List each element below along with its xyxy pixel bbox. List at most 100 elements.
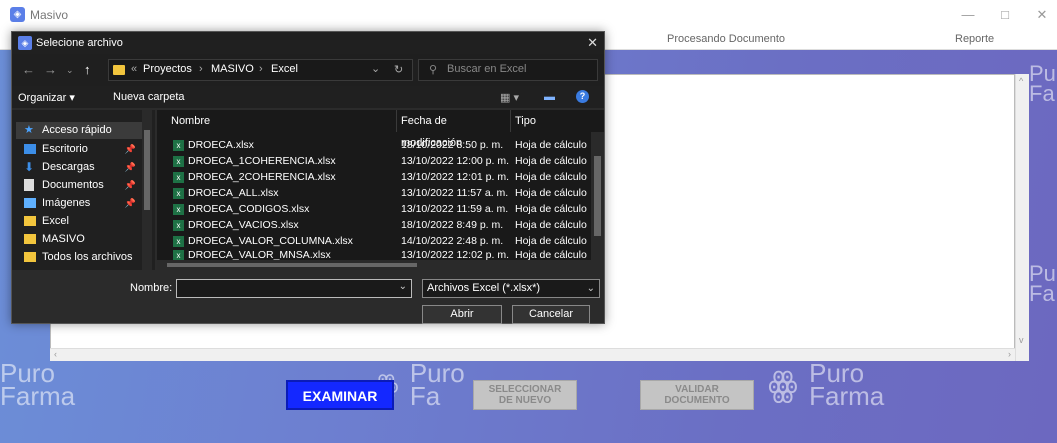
nav-item-acceso-rapido[interactable]: ★ Acceso rápido xyxy=(16,122,142,139)
app-icon: ◈ xyxy=(18,36,32,50)
breadcrumb-excel[interactable]: Excel xyxy=(271,63,298,75)
view-options-icon[interactable]: ▦ ▾ xyxy=(500,91,519,104)
file-name: DROECA_VALOR_COLUMNA.xlsx xyxy=(188,235,353,247)
file-row[interactable]: x DROECA.xlsx 18/10/2022 8:50 p. m. Hoja … xyxy=(157,137,589,153)
file-row[interactable]: x DROECA_VALOR_MNSA.xlsx 13/10/2022 12:02… xyxy=(157,249,589,260)
file-type: Hoja de cálculo xyxy=(515,249,587,260)
minimize-button[interactable]: — xyxy=(957,5,979,25)
search-input[interactable]: ⚲ Buscar en Excel xyxy=(418,59,598,81)
tab-procesando-documento[interactable]: Procesando Documento xyxy=(667,33,785,45)
nav-item-escritorio[interactable]: Escritorio 📌 xyxy=(16,141,142,158)
file-row[interactable]: x DROECA_1COHERENCIA.xlsx 13/10/2022 12:0… xyxy=(157,153,589,169)
navigation-pane: ★ Acceso rápido Escritorio 📌 ⬇ Descargas 📌… xyxy=(12,110,155,270)
file-row[interactable]: x DROECA_ALL.xlsx 13/10/2022 11:57 a. m. … xyxy=(157,185,589,201)
seleccionar-de-nuevo-button[interactable]: SELECCIONAR DE NUEVO xyxy=(473,380,577,410)
up-arrow-icon[interactable]: ↑ xyxy=(84,62,91,77)
excel-file-icon: x xyxy=(173,139,184,151)
nav-item-imagenes[interactable]: Imágenes 📌 xyxy=(16,195,142,212)
file-list-vertical-scrollbar[interactable] xyxy=(591,132,604,260)
excel-file-icon: x xyxy=(173,249,184,260)
main-titlebar: ◈ Masivo — □ ✕ xyxy=(0,0,1057,30)
file-row[interactable]: x DROECA_VACIOS.xlsx 18/10/2022 8:49 p. m… xyxy=(157,217,589,233)
chevron-down-icon[interactable]: ⌄ xyxy=(399,281,407,292)
nav-item-excel[interactable]: Excel xyxy=(16,213,142,230)
file-date: 18/10/2022 8:50 p. m. xyxy=(401,139,504,151)
nav-item-masivo[interactable]: MASIVO xyxy=(16,231,142,248)
path-overflow[interactable]: « xyxy=(131,63,137,75)
file-name: DROECA_VALOR_MNSA.xlsx xyxy=(188,249,331,260)
file-type: Hoja de cálculo xyxy=(515,219,587,231)
file-list-horizontal-scrollbar[interactable] xyxy=(157,260,604,270)
new-folder-button[interactable]: Nueva carpeta xyxy=(113,91,185,103)
file-row[interactable]: x DROECA_CODIGOS.xlsx 13/10/2022 11:59 a.… xyxy=(157,201,589,217)
scroll-right-icon[interactable]: › xyxy=(1008,349,1011,359)
file-row[interactable]: x DROECA_VALOR_COLUMNA.xlsx 14/10/2022 2:… xyxy=(157,233,589,249)
column-header-fecha[interactable]: Fecha de modificación xyxy=(397,110,511,149)
examinar-button[interactable]: EXAMINAR xyxy=(286,380,394,410)
path-dropdown-icon[interactable]: ⌄ xyxy=(371,62,380,75)
maximize-button[interactable]: □ xyxy=(994,5,1016,25)
recent-locations-icon[interactable]: ⌄ xyxy=(66,65,74,76)
back-arrow-icon[interactable]: ← xyxy=(22,62,35,77)
nav-scrollbar-thumb[interactable] xyxy=(144,130,150,210)
scroll-down-icon[interactable]: v xyxy=(1019,335,1024,345)
scroll-up-icon[interactable]: ^ xyxy=(1019,76,1023,86)
star-icon: ★ xyxy=(24,124,34,136)
nav-item-documentos[interactable]: Documentos 📌 xyxy=(16,177,142,194)
file-name: DROECA_VACIOS.xlsx xyxy=(188,219,299,231)
dialog-close-button[interactable]: ✕ xyxy=(587,35,598,51)
validar-documento-button[interactable]: VALIDAR DOCUMENTO xyxy=(640,380,754,410)
folder-icon xyxy=(24,252,36,262)
filename-input[interactable]: ⌄ xyxy=(176,279,412,298)
file-type: Hoja de cálculo xyxy=(515,139,587,151)
breadcrumb-proyectos[interactable]: Proyectos xyxy=(143,63,192,75)
breadcrumb-masivo[interactable]: MASIVO xyxy=(211,63,254,75)
filename-row: Nombre: ⌄ Archivos Excel (*.xlsx*) ⌄ Abr… xyxy=(12,277,604,324)
nav-scrollbar[interactable] xyxy=(142,110,152,270)
breadcrumb-separator: › xyxy=(259,63,263,75)
dialog-title: Selecione archivo xyxy=(36,37,123,49)
organize-menu[interactable]: Organizar ▾ xyxy=(18,91,75,104)
file-list-scrollbar-thumb[interactable] xyxy=(594,156,601,236)
preview-pane-icon[interactable]: ▬ xyxy=(544,91,555,103)
file-date: 13/10/2022 12:00 p. m. xyxy=(401,155,509,167)
purofarma-watermark-left: Puro Farma xyxy=(0,358,76,412)
help-icon[interactable]: ? xyxy=(576,90,589,103)
address-bar[interactable]: « Proyectos › MASIVO › Excel ⌄ ↻ xyxy=(108,59,413,81)
file-type: Hoja de cálculo xyxy=(515,187,587,199)
file-type: Hoja de cálculo xyxy=(515,171,587,183)
nav-item-descargas[interactable]: ⬇ Descargas 📌 xyxy=(16,159,142,176)
refresh-icon[interactable]: ↻ xyxy=(394,63,403,76)
breadcrumb-separator: › xyxy=(199,63,203,75)
file-list: Nombre Fecha de modificación Tipo x DROEC… xyxy=(157,110,604,270)
file-row[interactable]: x DROECA_2COHERENCIA.xlsx 13/10/2022 12:0… xyxy=(157,169,589,185)
file-dialog: ◈ Selecione archivo ✕ ← → ⌄ ↑ « Proyecto… xyxy=(11,31,605,324)
search-placeholder: Buscar en Excel xyxy=(447,63,527,75)
file-date: 13/10/2022 12:01 p. m. xyxy=(401,171,509,183)
chevron-down-icon[interactable]: ⌄ xyxy=(587,280,595,297)
file-type-filter[interactable]: Archivos Excel (*.xlsx*) ⌄ xyxy=(422,279,600,298)
file-name: DROECA.xlsx xyxy=(188,139,254,151)
horizontal-scrollbar[interactable]: ‹ › xyxy=(50,348,1015,361)
scroll-left-icon[interactable]: ‹ xyxy=(54,349,57,359)
close-window-button[interactable]: ✕ xyxy=(1031,5,1053,25)
pin-icon: 📌 xyxy=(124,144,136,154)
file-list-hscroll-thumb[interactable] xyxy=(167,263,417,267)
tab-reporte[interactable]: Reporte xyxy=(955,33,994,45)
pin-icon: 📌 xyxy=(124,180,136,190)
open-button[interactable]: Abrir xyxy=(422,305,502,324)
file-date: 14/10/2022 2:48 p. m. xyxy=(401,235,504,247)
folder-icon xyxy=(24,216,36,226)
nav-item-todos-los-archivos[interactable]: Todos los archivos xyxy=(16,249,142,266)
vertical-scrollbar[interactable]: ^ v xyxy=(1015,74,1029,361)
navigation-row: ← → ⌄ ↑ « Proyectos › MASIVO › Excel ⌄ ↻… xyxy=(12,54,604,86)
forward-arrow-icon[interactable]: → xyxy=(44,62,57,77)
file-date: 18/10/2022 8:49 p. m. xyxy=(401,219,504,231)
column-header-tipo[interactable]: Tipo xyxy=(511,110,591,132)
column-header-nombre[interactable]: Nombre xyxy=(157,110,397,132)
document-icon xyxy=(24,179,34,191)
cancel-button[interactable]: Cancelar xyxy=(512,305,590,324)
purofarma-watermark-right: ꙮ Puro Farma xyxy=(768,358,885,412)
file-name: DROECA_CODIGOS.xlsx xyxy=(188,203,310,215)
image-icon xyxy=(24,198,36,208)
